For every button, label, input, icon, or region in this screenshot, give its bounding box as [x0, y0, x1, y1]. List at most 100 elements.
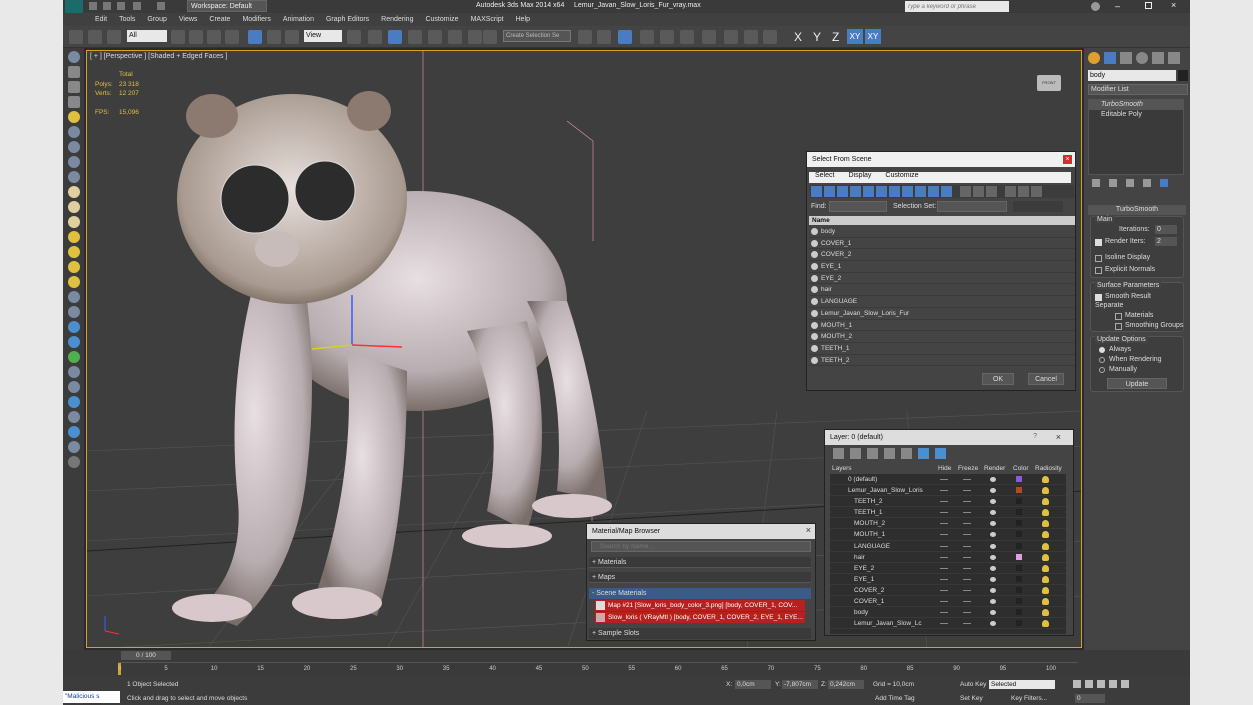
- bind-icon[interactable]: [107, 30, 121, 46]
- play-icon[interactable]: [1097, 680, 1105, 688]
- tool-icon[interactable]: [67, 261, 80, 273]
- modifier-list-dropdown[interactable]: Modifier List: [1088, 84, 1188, 95]
- hide-toggle[interactable]: [940, 578, 948, 580]
- viewport-label[interactable]: [ + ] [Perspective ] [Shaded + Edged Fac…: [90, 53, 227, 60]
- object-list-item[interactable]: MOUTH_1: [809, 320, 1075, 332]
- object-list-item[interactable]: COVER_1: [809, 238, 1075, 250]
- layer-row[interactable]: LANGUAGE: [830, 541, 1066, 552]
- radiosity-icon[interactable]: [1042, 476, 1049, 483]
- layer-color-swatch[interactable]: [1016, 487, 1022, 494]
- name-column-header[interactable]: Name: [809, 216, 1075, 225]
- select-all-icon[interactable]: [960, 186, 971, 197]
- manually-radio[interactable]: [1099, 367, 1105, 373]
- find-input[interactable]: [829, 201, 887, 212]
- layer-row[interactable]: Lemur_Javan_Slow_Loris: [830, 485, 1066, 497]
- mirror-icon[interactable]: [578, 30, 592, 46]
- select-by-name-icon[interactable]: [189, 30, 203, 46]
- maximize-icon[interactable]: [1145, 2, 1152, 9]
- key-filters-button[interactable]: Key Filters...: [1011, 695, 1047, 702]
- freeze-toggle[interactable]: [963, 623, 971, 625]
- align-icon[interactable]: [597, 30, 611, 46]
- hide-toggle[interactable]: [940, 479, 948, 480]
- tool-icon[interactable]: [67, 441, 80, 453]
- freeze-toggle[interactable]: [963, 567, 971, 569]
- snap-toggle-icon[interactable]: [408, 30, 422, 46]
- menu-item-graph-editors[interactable]: Graph Editors: [326, 16, 369, 23]
- y-coord-field[interactable]: -7,807cm: [782, 680, 818, 689]
- layer-color-swatch[interactable]: [1016, 564, 1022, 571]
- close-icon[interactable]: ×: [1171, 0, 1176, 10]
- layer-row[interactable]: MOUTH_2: [830, 518, 1066, 530]
- layer-manager-icon[interactable]: [618, 30, 632, 46]
- selection-filter-dropdown[interactable]: All: [127, 30, 167, 42]
- axis-y-button[interactable]: Y: [813, 30, 821, 44]
- object-list-item[interactable]: body: [809, 226, 1075, 238]
- tool-icon[interactable]: [67, 411, 80, 423]
- layer-row[interactable]: Lemur_Javan_Slow_Lc: [830, 618, 1066, 630]
- smooth-result-checkbox[interactable]: [1095, 294, 1102, 301]
- light-icon[interactable]: [67, 111, 80, 123]
- tool-icon[interactable]: [67, 96, 80, 108]
- freeze-toggle[interactable]: [963, 612, 971, 614]
- x-coord-field[interactable]: 0,0cm: [735, 680, 771, 689]
- goto-end-icon[interactable]: [1121, 680, 1129, 688]
- unlink-icon[interactable]: [88, 30, 102, 46]
- maxscript-listener[interactable]: "Malicious s: [63, 691, 120, 703]
- hide-toggle[interactable]: [940, 501, 948, 503]
- menu-item-tools[interactable]: Tools: [119, 16, 135, 23]
- render-teapot-icon[interactable]: [990, 599, 996, 605]
- freeze-toggle[interactable]: [963, 490, 971, 492]
- add-time-tag[interactable]: Add Time Tag: [875, 695, 915, 702]
- tool-icon[interactable]: [67, 276, 80, 288]
- stack-item-turbosmooth[interactable]: TurboSmooth: [1089, 100, 1183, 110]
- radiosity-icon[interactable]: [1042, 586, 1049, 594]
- display-cameras-icon[interactable]: [850, 186, 861, 197]
- help-icon[interactable]: [1091, 2, 1100, 11]
- freeze-toggle[interactable]: [963, 589, 971, 591]
- tool-icon[interactable]: [67, 306, 80, 318]
- rotate-icon[interactable]: [267, 30, 281, 46]
- tool-icon[interactable]: [67, 381, 80, 393]
- menu-item-views[interactable]: Views: [179, 16, 198, 23]
- hide-toggle[interactable]: [940, 512, 948, 514]
- sfs-menu-customize[interactable]: Customize: [885, 172, 918, 179]
- freeze-toggle[interactable]: [963, 523, 971, 525]
- object-list-item[interactable]: TEETH_1: [809, 343, 1075, 355]
- help-search-input[interactable]: [905, 1, 1009, 12]
- freeze-all-layers-icon[interactable]: [935, 448, 946, 459]
- menu-item-help[interactable]: Help: [516, 16, 530, 23]
- axis-z-button[interactable]: Z: [832, 30, 839, 44]
- render-iters-checkbox[interactable]: [1095, 239, 1102, 246]
- render-teapot-icon[interactable]: [990, 488, 996, 494]
- render-teapot-icon[interactable]: [990, 576, 996, 582]
- graphite-icon[interactable]: [640, 30, 654, 46]
- scale-icon[interactable]: [285, 30, 299, 46]
- menu-item-animation[interactable]: Animation: [283, 16, 314, 23]
- radiosity-icon[interactable]: [1042, 531, 1049, 539]
- tool-icon[interactable]: [67, 66, 80, 78]
- sample-slots-section[interactable]: + Sample Slots: [589, 628, 811, 639]
- auto-key-button[interactable]: Auto Key: [960, 681, 986, 688]
- render-teapot-icon[interactable]: [990, 499, 996, 505]
- freeze-toggle[interactable]: [963, 512, 971, 514]
- material-search-input[interactable]: [591, 541, 811, 552]
- layer-row[interactable]: body: [830, 607, 1066, 619]
- menu-item-create[interactable]: Create: [209, 16, 230, 23]
- render-teapot-icon[interactable]: [990, 621, 996, 627]
- tool-icon[interactable]: [67, 141, 80, 153]
- layer-color-swatch[interactable]: [1016, 553, 1022, 560]
- display-bones-icon[interactable]: [915, 186, 926, 197]
- display-shapes-icon[interactable]: [824, 186, 835, 197]
- always-radio[interactable]: [1099, 347, 1105, 353]
- render-teapot-icon[interactable]: [990, 477, 996, 482]
- tool-icon[interactable]: [67, 51, 80, 63]
- layer-row[interactable]: COVER_2: [830, 585, 1066, 597]
- ok-button[interactable]: OK: [982, 373, 1014, 385]
- layer-color-swatch[interactable]: [1016, 520, 1022, 527]
- close-icon[interactable]: ×: [1063, 155, 1072, 164]
- object-list-item[interactable]: Lemur_Javan_Slow_Loris_Fur: [809, 308, 1075, 320]
- display-lights-icon[interactable]: [837, 186, 848, 197]
- tool-icon[interactable]: [67, 171, 80, 183]
- tool-icon[interactable]: [67, 366, 80, 378]
- layer-color-swatch[interactable]: [1016, 598, 1022, 605]
